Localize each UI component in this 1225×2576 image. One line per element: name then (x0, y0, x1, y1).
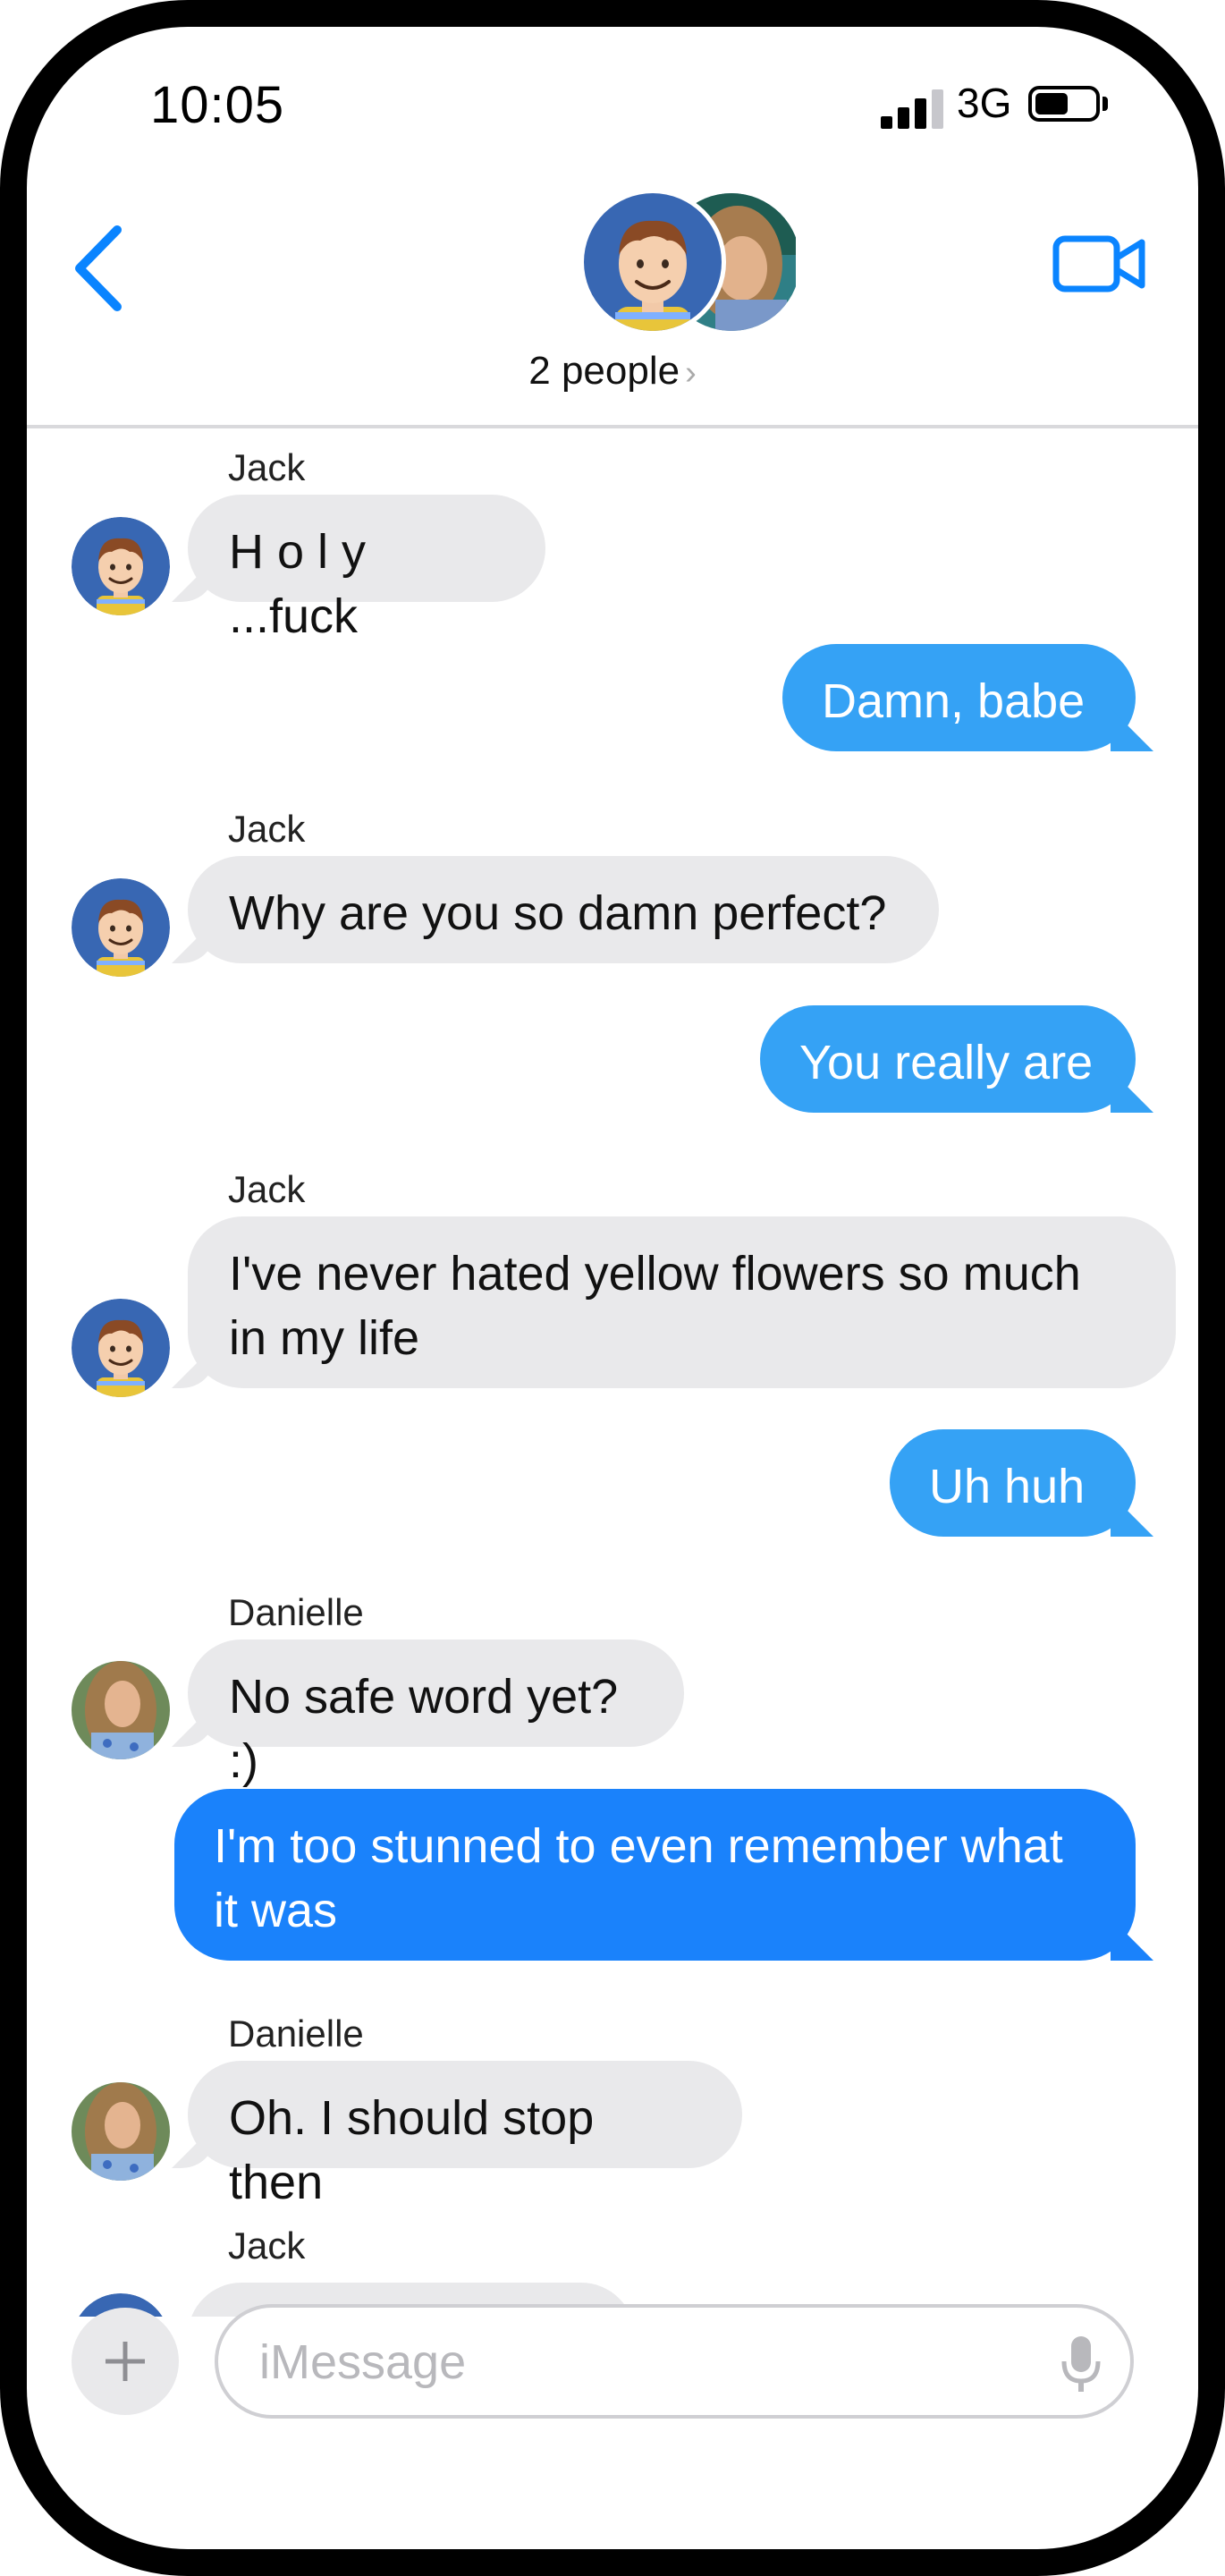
message-text-line: I've never hated yellow flowers so much (229, 1247, 1081, 1301)
network-type: 3G (957, 80, 1012, 126)
back-button[interactable] (67, 219, 139, 318)
sender-name: Danielle (228, 1591, 364, 1633)
cellular-signal-icon (881, 88, 943, 129)
chevron-right-icon: › (685, 354, 697, 392)
incoming-message-bubble[interactable]: H o l y ...fuck (188, 495, 545, 643)
conversation-title[interactable]: 2 people › (27, 349, 1198, 394)
sender-name: Jack (228, 446, 306, 488)
outgoing-message-bubble[interactable]: Uh huh (890, 1429, 1136, 1537)
jack-avatar (72, 1299, 170, 1397)
incoming-message-bubble[interactable]: Oh. I should stop then (188, 2061, 742, 2209)
status-time: 10:05 (150, 76, 285, 134)
message-text-line: I'm too stunned to even remember what (214, 1819, 1063, 1873)
sender-name: Jack (228, 808, 306, 850)
message-text: No safe word yet? :) (229, 1670, 619, 1788)
battery-icon (1028, 86, 1100, 122)
video-camera-icon (1052, 235, 1145, 292)
message-text: Oh. I should stop then (229, 2091, 595, 2209)
add-attachment-button[interactable] (72, 2308, 179, 2415)
message-list[interactable]: Jack H o l y ...fuck Damn, babe Jack Why… (27, 428, 1198, 2317)
message-text: You really are (799, 1036, 1094, 1089)
outgoing-message-bubble[interactable]: You really are (760, 1005, 1136, 1113)
danielle-avatar (72, 2082, 170, 2181)
danielle-avatar (72, 1661, 170, 1759)
outgoing-message-bubble[interactable]: Damn, babe (782, 644, 1136, 751)
message-text: Why are you so damn perfect? (229, 886, 887, 940)
incoming-message-bubble[interactable]: I've never hated yellow flowers so much … (188, 1216, 1176, 1388)
jack-avatar (72, 517, 170, 615)
battery-tip (1102, 97, 1108, 111)
message-text: Damn, babe (822, 674, 1086, 728)
chevron-left-icon (75, 225, 122, 311)
sender-name: Jack (228, 2224, 306, 2267)
message-text: Uh huh (929, 1460, 1086, 1513)
sender-name: Jack (228, 1168, 306, 1210)
incoming-message-bubble[interactable]: No safe word yet? :) (188, 1640, 684, 1788)
outgoing-message-bubble[interactable]: I'm too stunned to even remember what it… (174, 1789, 1136, 1961)
group-avatar[interactable] (579, 189, 800, 344)
message-input[interactable] (258, 2308, 994, 2417)
people-count-label: 2 people (528, 349, 680, 393)
video-call-button[interactable] (1051, 228, 1149, 300)
jack-avatar (72, 878, 170, 977)
message-text-line: it was (214, 1884, 338, 1937)
microphone-icon[interactable] (1059, 2333, 1103, 2395)
incoming-message-bubble[interactable]: Why are you so damn perfect? (188, 856, 939, 963)
message-text-line: in my life (229, 1311, 420, 1365)
message-text: H o l y ...fuck (229, 525, 367, 643)
phone-screen: 10:05 3G 2 people › Jack H o l y ...fuck… (27, 27, 1198, 2549)
message-composer[interactable] (215, 2304, 1134, 2419)
sender-name: Danielle (228, 2012, 364, 2055)
